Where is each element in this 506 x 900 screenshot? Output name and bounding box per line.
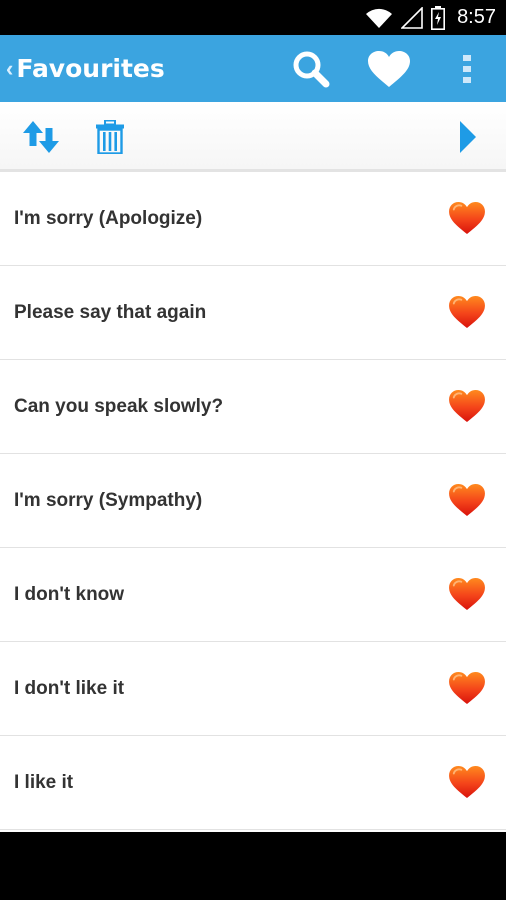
more-vert-icon: [463, 54, 471, 83]
favourite-heart-icon[interactable]: [448, 201, 486, 235]
heart-icon: [368, 50, 410, 87]
phrase-label: I like it: [14, 771, 74, 793]
list-item[interactable]: Please say that again: [0, 266, 506, 360]
signal-icon: [401, 6, 423, 29]
favourites-list: I'm sorry (Apologize) Please say that ag…: [0, 172, 506, 832]
list-item[interactable]: I'm sorry (Sympathy): [0, 454, 506, 548]
list-item[interactable]: I like it: [0, 736, 506, 830]
wifi-icon: [366, 8, 393, 28]
phrase-label: I'm sorry (Apologize): [14, 207, 203, 229]
status-time: 8:57: [457, 6, 496, 28]
phrase-label: I'm sorry (Sympathy): [14, 489, 203, 511]
favourite-heart-icon[interactable]: [448, 295, 486, 329]
search-button[interactable]: [272, 35, 350, 102]
delete-button[interactable]: [88, 116, 132, 158]
list-item[interactable]: I'm sorry (Apologize): [0, 172, 506, 266]
list-item[interactable]: I don't know: [0, 548, 506, 642]
next-button[interactable]: [450, 116, 486, 158]
favourite-heart-icon[interactable]: [448, 483, 486, 517]
phrase-label: I don't know: [14, 583, 125, 605]
phrase-label: Please say that again: [14, 301, 207, 323]
system-nav-bar: [0, 832, 506, 900]
favourite-heart-icon[interactable]: [448, 671, 486, 705]
page-title[interactable]: Favourites: [16, 54, 164, 83]
battery-icon: [431, 5, 446, 30]
favourite-heart-icon[interactable]: [448, 577, 486, 611]
app-bar: ‹ Favourites: [0, 35, 506, 102]
phrase-label: I don't like it: [14, 677, 125, 699]
phrase-label: Can you speak slowly?: [14, 395, 224, 417]
toolbar: [0, 102, 506, 172]
trash-icon: [96, 120, 124, 154]
search-icon: [293, 51, 330, 87]
app-bar-actions: [272, 35, 506, 102]
list-item[interactable]: I don't like it: [0, 642, 506, 736]
favourite-heart-icon[interactable]: [448, 389, 486, 423]
favourites-button[interactable]: [350, 35, 428, 102]
list-item[interactable]: Can you speak slowly?: [0, 360, 506, 454]
overflow-menu-button[interactable]: [428, 35, 506, 102]
sort-arrows-icon: [23, 121, 59, 153]
status-bar: 8:57: [0, 0, 506, 35]
sort-button[interactable]: [18, 116, 64, 158]
favourite-heart-icon[interactable]: [448, 765, 486, 799]
play-arrow-icon: [460, 121, 476, 153]
back-chevron-icon[interactable]: ‹: [6, 56, 13, 82]
